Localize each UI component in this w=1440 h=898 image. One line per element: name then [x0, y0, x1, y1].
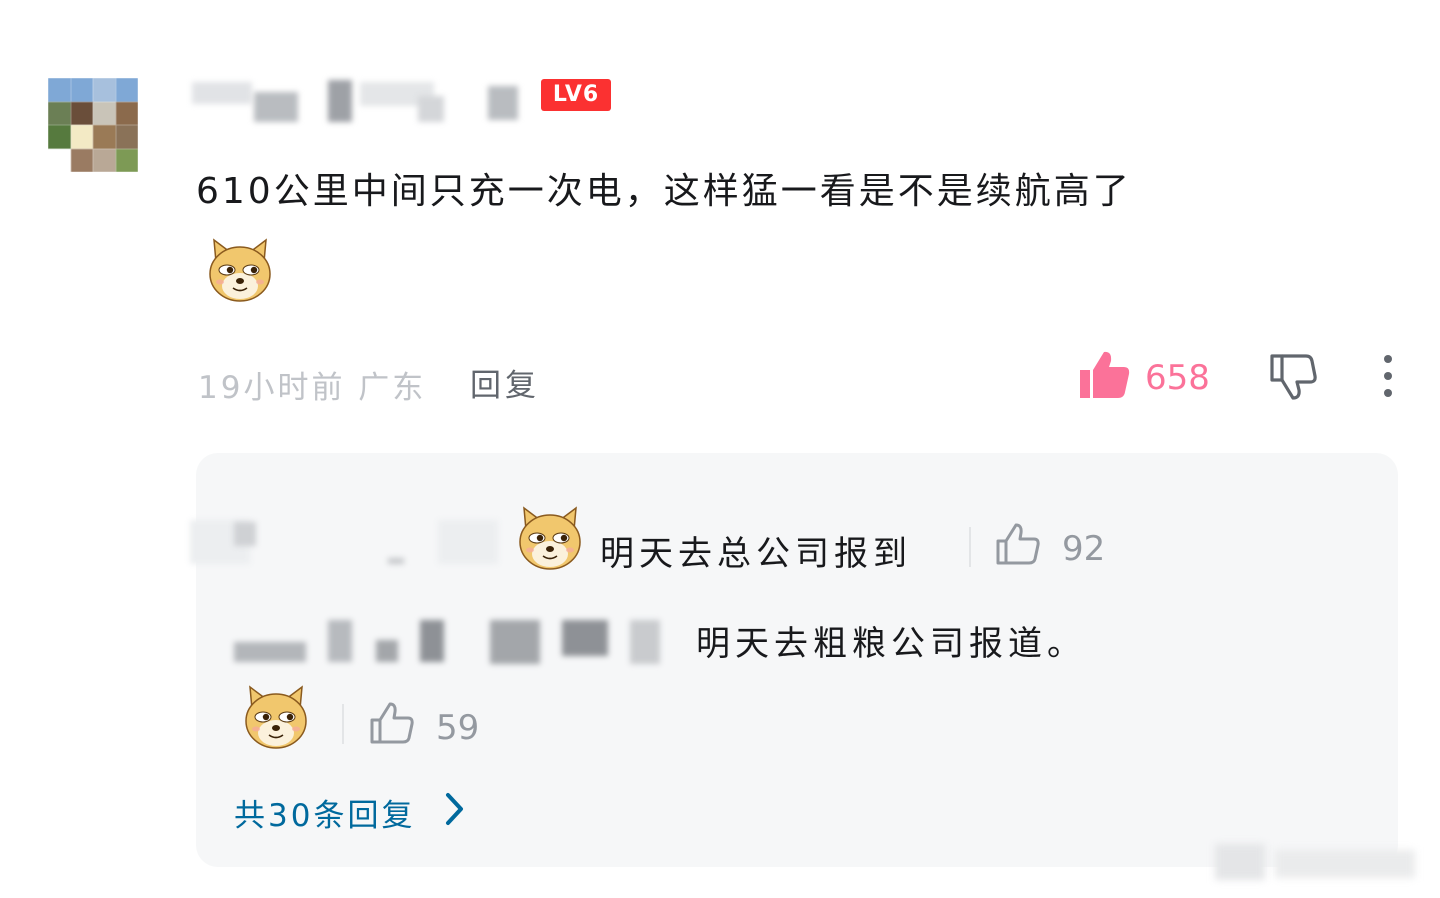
thumbs-up-outline-icon[interactable] [994, 521, 1042, 569]
divider [342, 704, 344, 744]
reply-text: 明天去粗粮公司报道。 [696, 624, 1086, 664]
reply-like-count: 59 [436, 708, 480, 748]
thumbs-up-filled-icon[interactable] [1078, 350, 1130, 400]
comment-text: 610公里中间只充一次电，这样猛一看是不是续航高了 [196, 171, 1132, 212]
comment-meta: 19小时前 广东 [198, 370, 427, 406]
user-avatar[interactable] [48, 78, 138, 172]
like-count: 658 [1145, 358, 1210, 398]
reply-username-blurred[interactable] [188, 512, 518, 572]
reply-button[interactable]: 回复 [470, 360, 540, 405]
doge-emoji [516, 504, 584, 572]
reply-text: 明天去总公司报到 [600, 534, 912, 574]
thumbs-down-icon[interactable] [1268, 352, 1318, 402]
reply-username-blurred[interactable] [232, 614, 664, 666]
divider [969, 527, 971, 567]
reply-like-count: 92 [1062, 529, 1106, 569]
level-badge: LV6 [541, 79, 611, 111]
watermark [1195, 838, 1430, 888]
username-blurred[interactable] [188, 76, 528, 126]
view-all-replies-link[interactable]: 共30条回复 [234, 790, 415, 835]
chevron-right-icon[interactable] [443, 791, 467, 827]
doge-emoji [206, 236, 274, 304]
doge-emoji [242, 683, 310, 751]
more-vertical-icon[interactable] [1380, 354, 1396, 398]
thumbs-up-outline-icon[interactable] [368, 700, 416, 748]
